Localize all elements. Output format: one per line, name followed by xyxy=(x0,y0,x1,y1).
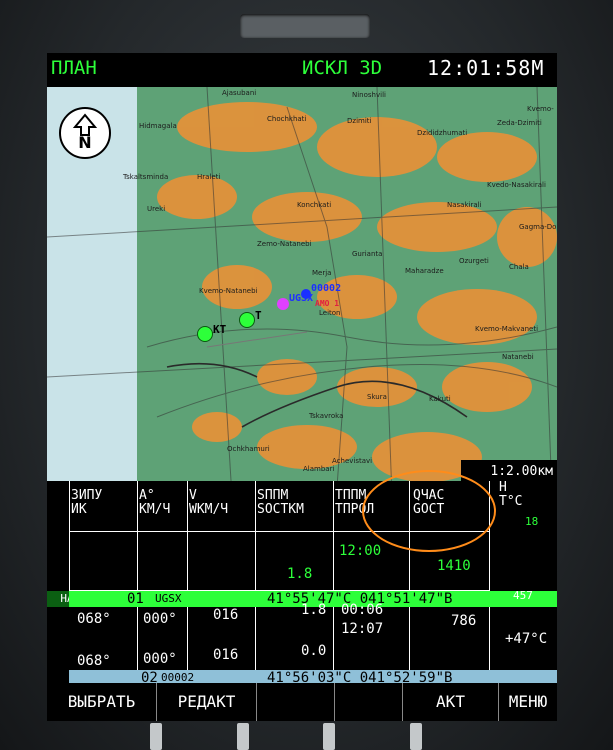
town-label: Gurianta xyxy=(352,250,383,258)
waypoint-ugsx[interactable]: UGSX xyxy=(277,293,313,312)
fuel-value: 1410 xyxy=(437,558,471,574)
waypoint-label: 00002 xyxy=(311,283,342,294)
distance-value: 0.0 xyxy=(301,643,327,659)
fuel-remaining-value: 786 xyxy=(451,613,477,629)
town-label: Kvemo-Makvaneti xyxy=(475,325,539,333)
mfd-screen: ПЛАН ИСКЛ 3D 12:01:58М N Ajasubani Ninos… xyxy=(47,53,557,721)
softkey-menu[interactable]: МЕНЮ xyxy=(499,683,557,721)
column-header-distance: SППМ SОСТКМ xyxy=(257,488,304,517)
moving-map[interactable]: N Ajasubani Ninoshvili Hidmagala Chochkh… xyxy=(47,87,557,497)
drift-value: 000° xyxy=(143,611,177,627)
course-value: 068° xyxy=(77,653,111,669)
table-divider xyxy=(187,481,188,693)
town-label: Hidmagala xyxy=(139,122,177,130)
waypoint-marker-icon xyxy=(197,325,213,342)
distance-value: 1.8 xyxy=(301,602,327,618)
connector-pin xyxy=(323,723,335,750)
town-label: Leiton xyxy=(319,309,341,317)
waypoint-label: КТ xyxy=(213,323,227,336)
header-bar: ПЛАН ИСКЛ 3D 12:01:58М xyxy=(47,53,557,87)
town-label: Gagma-Do xyxy=(519,223,557,231)
table-divider xyxy=(69,481,70,591)
town-label: Dzididzhumati xyxy=(417,129,468,137)
speed-value: 016 xyxy=(213,647,239,663)
town-label: Tskavroka xyxy=(309,412,344,420)
town-label: Konchkati xyxy=(297,201,332,209)
waypoint-label: Т xyxy=(255,309,262,322)
town-label: Chochkhati xyxy=(267,115,307,123)
waypoint-name: UGSX xyxy=(155,592,182,605)
town-label: Dzimiti xyxy=(347,117,372,125)
tppm-value: 12:00 xyxy=(339,543,382,559)
waypoint-label: АМО 1 xyxy=(315,299,340,308)
town-label: Ozurgeti xyxy=(459,257,489,265)
annotation-circle xyxy=(362,470,496,552)
table-divider xyxy=(137,481,138,693)
eta-value: 12:07 xyxy=(341,621,384,637)
softkey-select[interactable]: ВЫБРАТЬ xyxy=(47,683,157,721)
temperature-value: +47°С xyxy=(505,631,548,647)
waypoint-number: 01 xyxy=(127,591,144,607)
clock-readout: 12:01:58М xyxy=(427,56,545,80)
north-arrow-icon: N xyxy=(59,107,111,159)
column-header-speed: V WКМ/Ч xyxy=(189,488,229,517)
course-value: 068° xyxy=(77,611,111,627)
mode-label: ПЛАН xyxy=(51,57,97,79)
town-label: Kvemo-Natanebi xyxy=(199,287,258,295)
town-label: Hraleti xyxy=(197,173,221,181)
town-label: Kakuti xyxy=(429,395,451,403)
town-label: Kvedo-Nasakirali xyxy=(487,181,546,189)
bezel-slot xyxy=(240,14,370,38)
town-label: Natanebi xyxy=(502,353,534,361)
town-label: Ureki xyxy=(147,205,166,213)
town-label: Zemo-Natanebi xyxy=(257,240,312,248)
alt-value: 18 xyxy=(525,515,539,528)
alt-value: 457 xyxy=(513,589,533,602)
town-label: Ajasubani xyxy=(222,89,257,97)
town-label: Nasakirali xyxy=(447,201,482,209)
column-header-course: ЗИПУ ИК xyxy=(71,488,103,517)
time-value: 00:06 xyxy=(341,602,384,618)
submode-label: ИСКЛ 3D xyxy=(302,57,383,79)
connector-pin xyxy=(237,723,249,750)
waypoint-marker-icon xyxy=(239,311,255,328)
softkey-row: ВЫБРАТЬ РЕДАКТ АКТ МЕНЮ xyxy=(47,683,557,721)
town-label: Zeda-Dzimiti xyxy=(497,119,542,127)
column-header-alt: Н T°С xyxy=(499,480,523,509)
town-label: Alambari xyxy=(303,465,335,473)
softkey-edit[interactable]: РЕДАКТ xyxy=(157,683,257,721)
town-label: Chala xyxy=(509,263,529,271)
waypoint-t[interactable]: Т xyxy=(239,309,262,328)
town-label: Kvemo- xyxy=(527,105,554,113)
connector-pin xyxy=(410,723,422,750)
speed-value: 016 xyxy=(213,607,239,623)
column-header-drift: А° КМ/Ч xyxy=(139,488,171,517)
town-label: Ochkhamuri xyxy=(227,445,270,453)
airfield-marker-icon xyxy=(277,297,289,310)
town-label: Achevistavi xyxy=(332,457,373,465)
waypoint-00002[interactable]: 00002 xyxy=(301,283,341,302)
north-label: N xyxy=(78,133,92,152)
waypoint-marker-icon xyxy=(301,288,311,299)
town-label: Merja xyxy=(312,269,332,277)
town-label: Maharadze xyxy=(405,267,444,275)
softkey-activate[interactable]: АКТ xyxy=(403,683,499,721)
softkey-blank-2[interactable] xyxy=(335,683,403,721)
sppm-value: 1.8 xyxy=(287,566,313,582)
waypoint-kt[interactable]: КТ xyxy=(197,323,226,342)
town-label: Skura xyxy=(367,393,387,401)
town-label: Tskaltsminda xyxy=(123,173,169,181)
connector-pin xyxy=(150,723,162,750)
drift-value: 000° xyxy=(143,651,177,667)
table-divider xyxy=(255,481,256,693)
softkey-blank-1[interactable] xyxy=(257,683,335,721)
town-label: Ninoshvili xyxy=(352,91,386,99)
table-divider xyxy=(333,481,334,693)
